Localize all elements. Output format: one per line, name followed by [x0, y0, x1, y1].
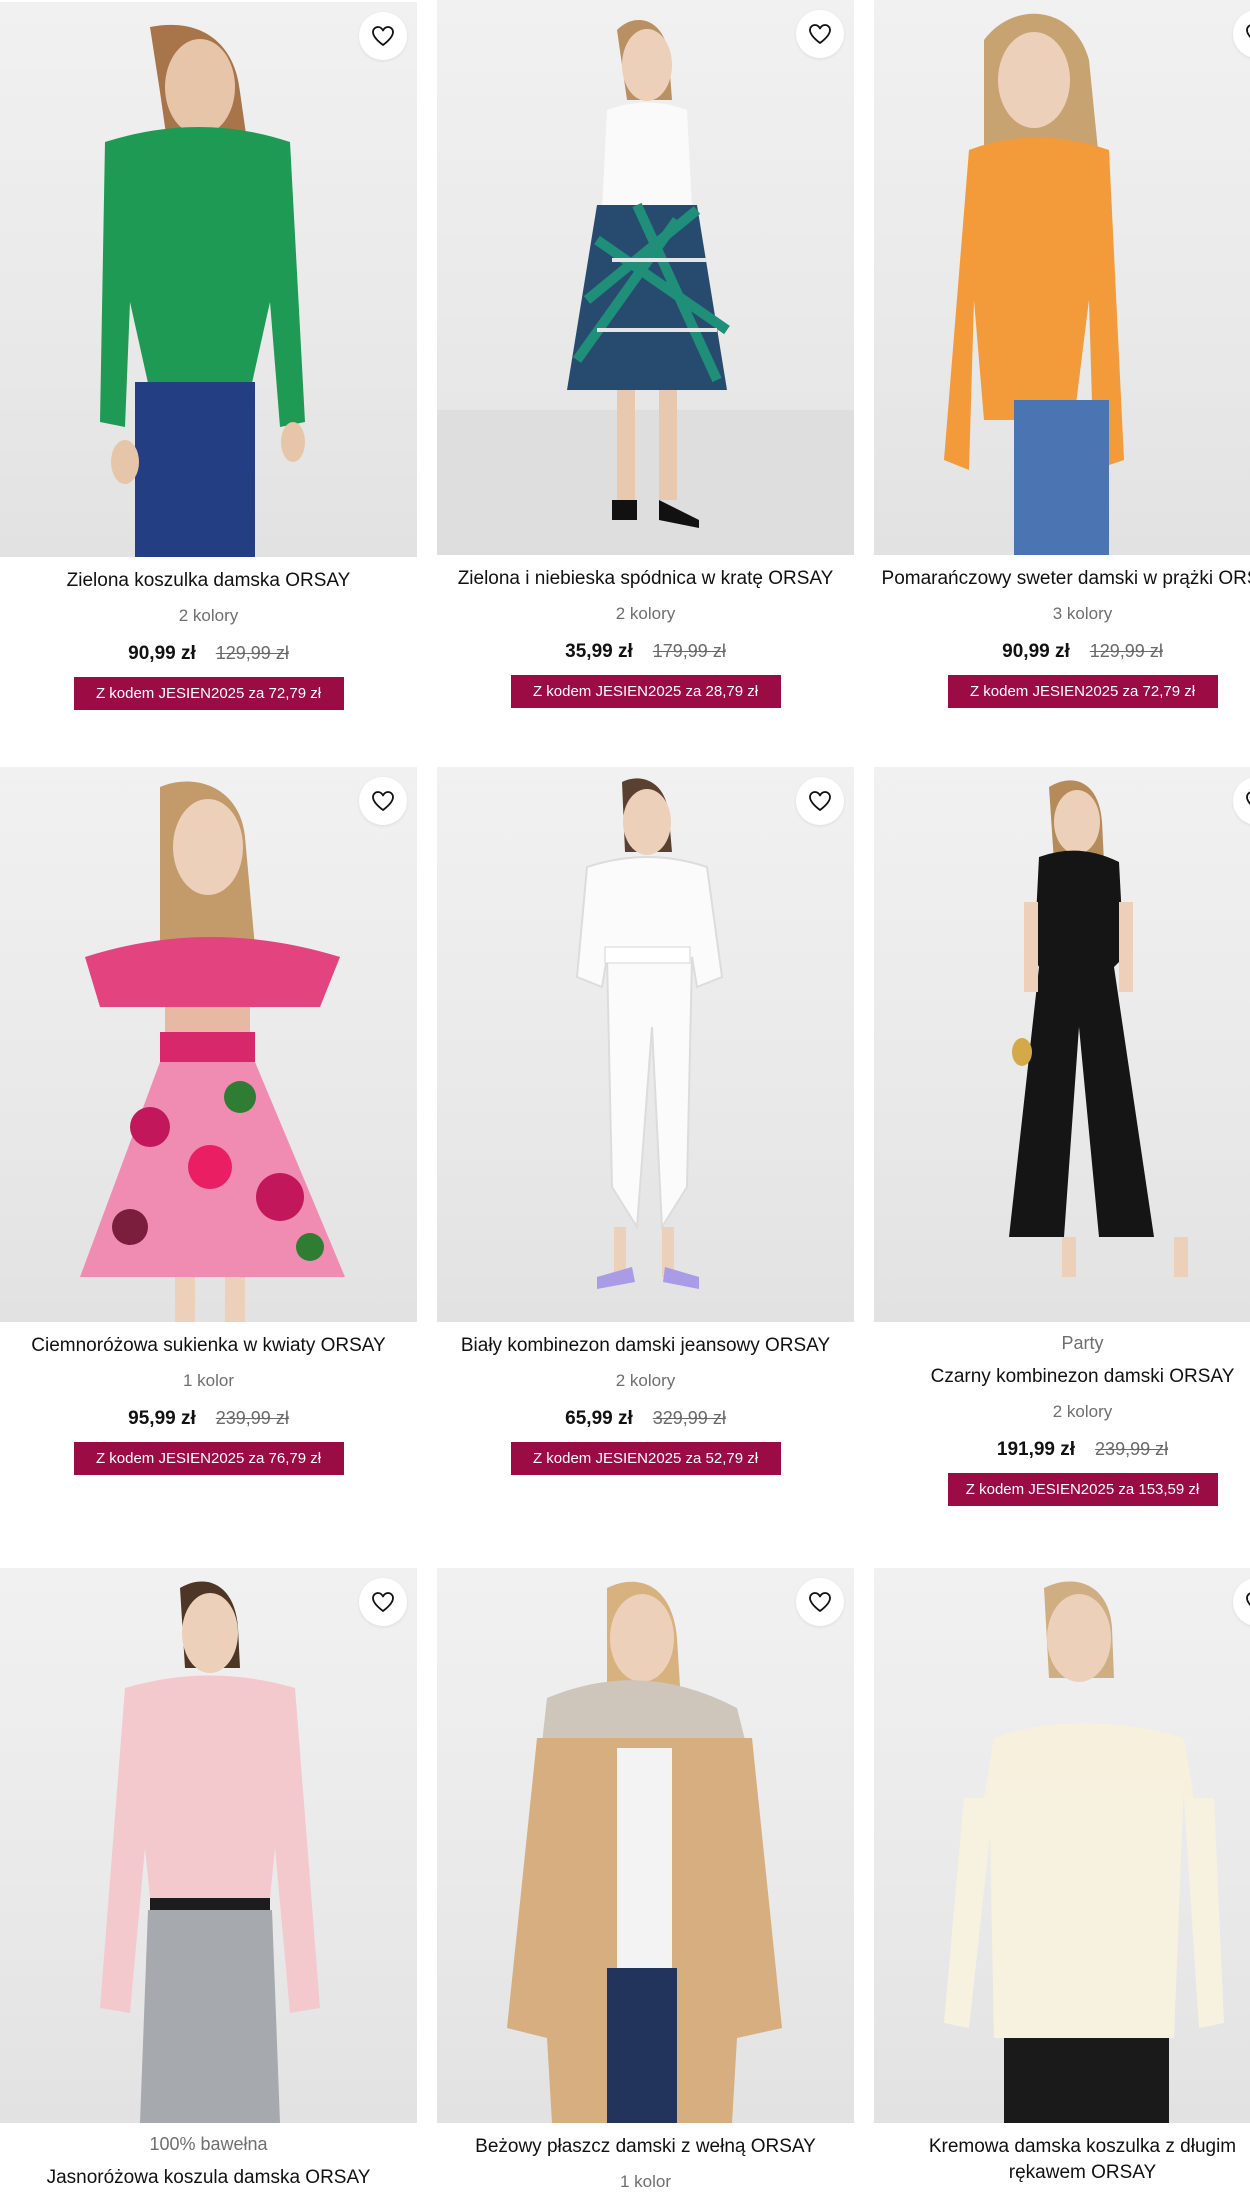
- product-title[interactable]: Biały kombinezon damski jeansowy ORSAY: [437, 1333, 854, 1359]
- product-card[interactable]: Biały kombinezon damski jeansowy ORSAY 2…: [437, 767, 854, 1475]
- promo-code-badge[interactable]: Z kodem JESIEN2025 za 72,79 zł: [947, 675, 1218, 708]
- product-colors: 1 kolor: [619, 2172, 672, 2191]
- current-price: 65,99 zł: [565, 1408, 633, 1429]
- heart-icon: [372, 1592, 394, 1612]
- product-colors: 2 kolory: [615, 1371, 676, 1390]
- model-photo: [1009, 780, 1188, 1277]
- product-image[interactable]: [0, 767, 417, 1322]
- product-image[interactable]: [874, 767, 1250, 1322]
- model-photo: [575, 778, 724, 1289]
- product-card[interactable]: Zielona i niebieska spódnica w kratę ORS…: [437, 0, 854, 708]
- promo-code-badge[interactable]: Z kodem JESIEN2025 za 28,79 zł: [510, 675, 781, 708]
- price-row: 90,99 zł 129,99 zł: [0, 641, 417, 667]
- current-price: 90,99 zł: [128, 643, 196, 664]
- product-card[interactable]: Pomarańczowy sweter damski w prążki ORSA…: [874, 0, 1250, 708]
- product-image[interactable]: [0, 1568, 417, 2123]
- product-title[interactable]: Zielona i niebieska spódnica w kratę ORS…: [437, 566, 854, 592]
- price-row: 95,99 zł 239,99 zł: [0, 1406, 417, 1432]
- product-card[interactable]: Kremowa damska koszulka z długim rękawem…: [874, 1568, 1250, 2186]
- model-photo: [507, 1581, 782, 2123]
- product-title[interactable]: Beżowy płaszcz damski z wełną ORSAY: [437, 2134, 854, 2160]
- product-tag: Party: [1061, 1333, 1104, 1353]
- promo-code-badge[interactable]: Z kodem JESIEN2025 za 153,59 zł: [947, 1473, 1218, 1506]
- price-row: 65,99 zł 329,99 zł: [437, 1406, 854, 1432]
- product-card[interactable]: Zielona koszulka damska ORSAY 2 kolory 9…: [0, 2, 417, 710]
- heart-icon: [372, 791, 394, 811]
- product-image[interactable]: [0, 2, 417, 557]
- model-photo: [944, 1581, 1224, 2123]
- product-tag: 100% bawełna: [149, 2134, 268, 2154]
- product-title[interactable]: Ciemnoróżowa sukienka w kwiaty ORSAY: [0, 1333, 417, 1359]
- model-photo: [437, 20, 854, 555]
- product-colors: 3 kolory: [1052, 604, 1113, 623]
- current-price: 191,99 zł: [996, 1439, 1076, 1460]
- product-image[interactable]: [437, 767, 854, 1322]
- product-title[interactable]: Zielona koszulka damska ORSAY: [0, 568, 417, 594]
- heart-icon: [809, 1592, 831, 1612]
- promo-code-badge[interactable]: Z kodem JESIEN2025 za 52,79 zł: [510, 1442, 781, 1475]
- product-title[interactable]: Pomarańczowy sweter damski w prążki ORSA…: [874, 566, 1250, 592]
- product-colors: 2 kolory: [178, 606, 239, 625]
- promo-code-badge[interactable]: Z kodem JESIEN2025 za 72,79 zł: [73, 677, 344, 710]
- product-title[interactable]: Jasnoróżowa koszula damska ORSAY: [0, 2165, 417, 2191]
- product-image[interactable]: [874, 0, 1250, 555]
- old-price: 239,99 zł: [1095, 1439, 1169, 1459]
- product-title[interactable]: Kremowa damska koszulka z długim rękawem…: [874, 2134, 1250, 2186]
- price-row: 191,99 zł 239,99 zł: [874, 1437, 1250, 1463]
- favorite-button[interactable]: [359, 12, 407, 60]
- model-photo: [100, 24, 305, 557]
- product-colors: 2 kolory: [1052, 1402, 1113, 1421]
- product-card[interactable]: Beżowy płaszcz damski z wełną ORSAY 1 ko…: [437, 1568, 854, 2193]
- heart-icon: [1246, 1592, 1250, 1607]
- product-title[interactable]: Czarny kombinezon damski ORSAY: [874, 1364, 1250, 1390]
- favorite-button[interactable]: [359, 777, 407, 825]
- old-price: 179,99 zł: [652, 641, 726, 661]
- product-colors: 2 kolory: [615, 604, 676, 623]
- product-image[interactable]: [437, 1568, 854, 2123]
- product-card[interactable]: 100% bawełna Jasnoróżowa koszula damska …: [0, 1568, 417, 2191]
- current-price: 35,99 zł: [565, 641, 633, 662]
- favorite-button[interactable]: [796, 1578, 844, 1626]
- heart-icon: [1246, 24, 1250, 39]
- current-price: 95,99 zł: [128, 1408, 196, 1429]
- product-card[interactable]: Party Czarny kombinezon damski ORSAY 2 k…: [874, 767, 1250, 1506]
- heart-icon: [809, 24, 831, 44]
- price-row: 35,99 zł 179,99 zł: [437, 639, 854, 665]
- old-price: 129,99 zł: [215, 643, 289, 663]
- product-image[interactable]: [874, 1568, 1250, 2123]
- favorite-button[interactable]: [796, 777, 844, 825]
- product-colors: 1 kolor: [182, 1371, 235, 1390]
- promo-code-badge[interactable]: Z kodem JESIEN2025 za 76,79 zł: [73, 1442, 344, 1475]
- heart-icon: [809, 791, 831, 811]
- model-photo: [944, 13, 1124, 555]
- current-price: 90,99 zł: [1002, 641, 1070, 662]
- old-price: 239,99 zł: [215, 1408, 289, 1428]
- favorite-button[interactable]: [359, 1578, 407, 1626]
- favorite-button[interactable]: [796, 10, 844, 58]
- model-photo: [100, 1581, 320, 2123]
- old-price: 129,99 zł: [1089, 641, 1163, 661]
- heart-icon: [1246, 791, 1250, 806]
- product-image[interactable]: [437, 0, 854, 555]
- heart-icon: [372, 26, 394, 46]
- model-photo: [80, 781, 345, 1322]
- price-row: 90,99 zł 129,99 zł: [874, 639, 1250, 665]
- old-price: 329,99 zł: [652, 1408, 726, 1428]
- product-card[interactable]: Ciemnoróżowa sukienka w kwiaty ORSAY 1 k…: [0, 767, 417, 1475]
